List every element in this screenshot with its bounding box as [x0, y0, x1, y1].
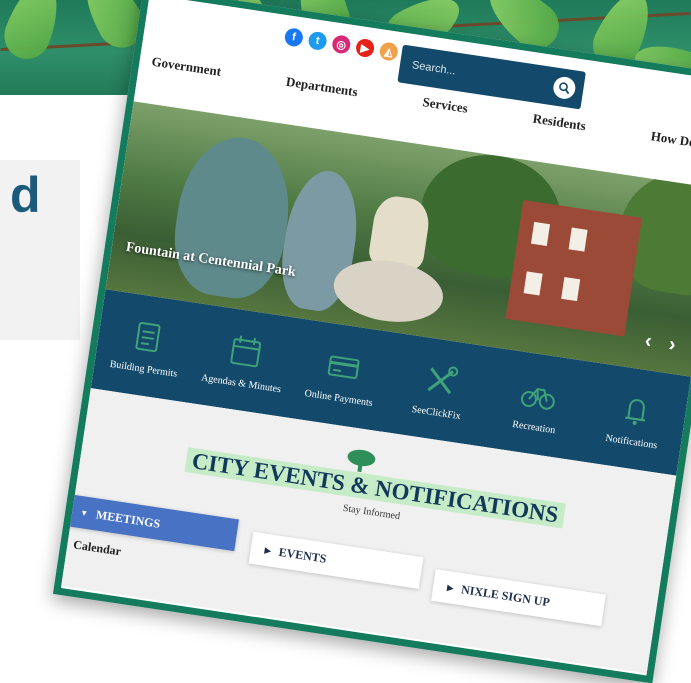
nav-how-do-i[interactable]: How Do I...: [650, 128, 691, 153]
quicklink-building-permits[interactable]: Building Permits: [103, 312, 191, 380]
quicklink-label: Agendas & Minutes: [200, 371, 282, 395]
website-screenshot: f t ◎ ▶ ◭ Government Departments Service…: [52, 0, 691, 683]
quicklink-recreation[interactable]: Recreation: [493, 370, 581, 438]
nav-government[interactable]: Government: [151, 54, 222, 80]
caret-right-icon: ▶: [446, 582, 455, 593]
quicklink-notifications[interactable]: Notifications: [591, 385, 679, 453]
nav-services[interactable]: Services: [422, 94, 469, 117]
permit-icon: [135, 321, 161, 352]
quicklink-seeclickfix[interactable]: SeeClickFix: [396, 356, 484, 424]
nixle-icon[interactable]: ◭: [378, 41, 400, 62]
quicklink-label: Building Permits: [109, 358, 179, 380]
search-input[interactable]: [408, 54, 554, 96]
quicklink-label: Recreation: [511, 418, 557, 436]
nav-departments[interactable]: Departments: [285, 74, 359, 100]
caret-right-icon: ▶: [264, 545, 272, 556]
quicklink-label: Online Payments: [303, 387, 374, 409]
quicklink-agendas-minutes[interactable]: Agendas & Minutes: [200, 326, 289, 395]
quicklink-online-payments[interactable]: Online Payments: [298, 341, 386, 409]
caret-down-icon: ▼: [79, 507, 89, 518]
slider-arrows[interactable]: ‹ ›: [643, 330, 683, 358]
tab-events[interactable]: ▶ EVENTS: [248, 531, 424, 589]
quicklink-label: Notifications: [604, 432, 659, 451]
brick-house: [505, 200, 643, 337]
notification-icon: [624, 398, 645, 425]
calendar-icon: [230, 335, 262, 367]
youtube-icon[interactable]: ▶: [354, 37, 376, 59]
nav-residents[interactable]: Residents: [532, 111, 587, 135]
social-links: f t ◎ ▶ ◭: [283, 27, 400, 62]
background-heading: d: [10, 167, 41, 223]
instagram-icon[interactable]: ◎: [331, 34, 352, 55]
bicycle-icon: [520, 387, 555, 410]
facebook-icon[interactable]: f: [283, 27, 305, 48]
search-button[interactable]: [551, 75, 577, 101]
payment-icon: [327, 355, 360, 379]
tab-nixle-sign-up[interactable]: ▶ NIXLE SIGN UP: [431, 569, 606, 627]
search-icon: [559, 82, 570, 95]
twitter-icon[interactable]: t: [307, 30, 328, 52]
tools-icon: [427, 366, 459, 394]
calendar-link[interactable]: Calendar: [72, 537, 122, 559]
quicklink-label: SeeClickFix: [410, 403, 462, 422]
